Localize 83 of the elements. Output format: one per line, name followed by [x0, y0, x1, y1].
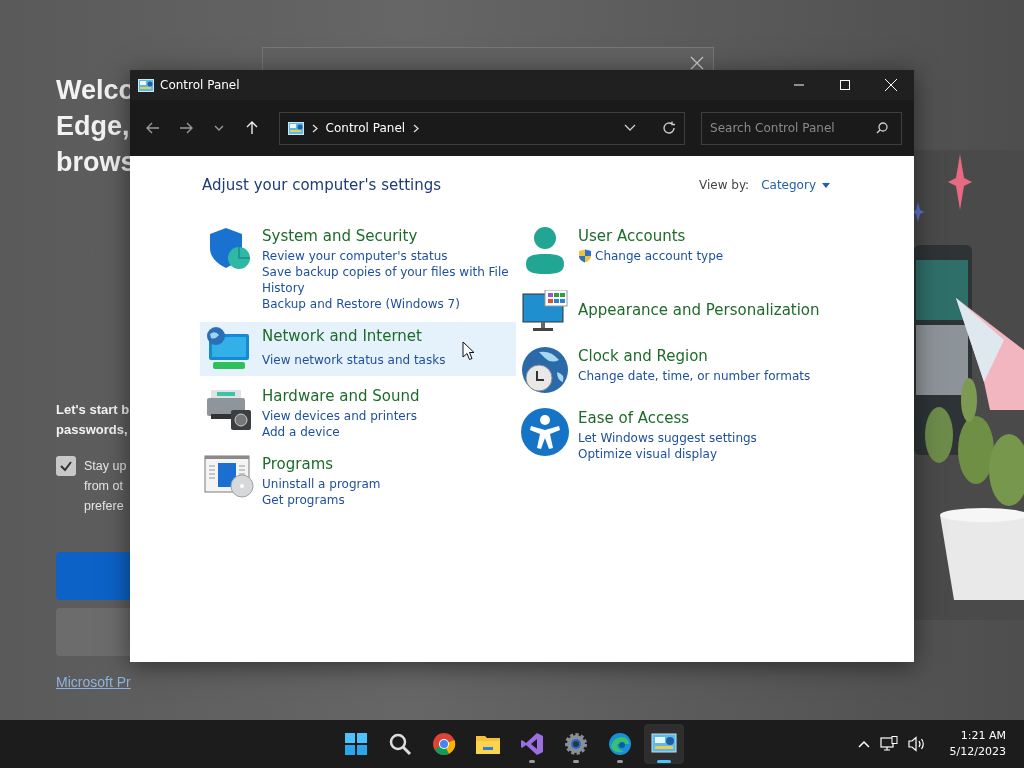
uac-shield-icon: [578, 249, 592, 263]
gear-icon[interactable]: [564, 732, 588, 756]
task-link[interactable]: Optimize visual display: [578, 446, 828, 462]
intro-line: passwords,: [56, 421, 129, 439]
category-title[interactable]: Ease of Access: [578, 408, 828, 428]
network-icon[interactable]: [879, 736, 898, 752]
category-title[interactable]: Clock and Region: [578, 346, 828, 366]
task-link[interactable]: Review your computer's status: [262, 248, 512, 264]
forward-arrow-icon: [178, 122, 193, 134]
running-indicator: [529, 760, 535, 763]
category-title[interactable]: Appearance and Personalization: [578, 300, 828, 320]
category-title[interactable]: Hardware and Sound: [262, 386, 512, 406]
search-icon[interactable]: [388, 732, 412, 756]
category-highlight[interactable]: Network and Internet View network status and tasks: [200, 322, 516, 376]
category-item[interactable]: Programs Uninstall a program Get programs: [200, 450, 516, 512]
globe-clock-icon: [521, 346, 569, 394]
category-title[interactable]: Programs: [262, 454, 512, 474]
program-window-icon: [204, 454, 254, 498]
close-icon[interactable]: [690, 56, 704, 70]
ribbon-logo-icon[interactable]: [520, 732, 544, 756]
clock-date: 5/12/2023: [949, 744, 1006, 760]
option-line: prefere: [84, 498, 125, 515]
option-line: from ot: [84, 478, 124, 495]
chevron-down-icon: [213, 125, 224, 131]
intro-line: Let's start b: [56, 401, 131, 419]
cursor-icon: [462, 341, 475, 361]
category-title[interactable]: System and Security: [262, 226, 512, 246]
back-arrow-icon: [145, 122, 160, 134]
task-link[interactable]: Uninstall a program: [262, 476, 512, 492]
category-item[interactable]: Hardware and Sound View devices and printers Add a device: [200, 382, 516, 444]
task-link[interactable]: Let Windows suggest settings: [578, 430, 828, 446]
view-by-dropdown[interactable]: Category: [761, 178, 830, 192]
accessibility-icon: [521, 408, 569, 456]
four-squares-icon[interactable]: [344, 732, 368, 756]
task-link[interactable]: Add a device: [262, 424, 512, 440]
category-item[interactable]: System and Security Review your computer's status Save backup copies of your files with File History Backup and Restore (Windows 7): [200, 222, 516, 316]
running-indicator: [617, 760, 623, 763]
chevron-icon: [311, 123, 318, 133]
category-item[interactable]: Ease of Access Let Windows suggest settings Optimize visual display: [516, 404, 832, 466]
task-link[interactable]: Get programs: [262, 492, 512, 508]
browser-icon[interactable]: [432, 732, 456, 756]
folder-icon[interactable]: [475, 733, 501, 755]
monitor-tiles-icon: [521, 290, 569, 332]
chevron-up-icon[interactable]: [857, 740, 870, 748]
chevron-icon: [413, 123, 420, 133]
category-item[interactable]: Appearance and Personalization: [516, 286, 832, 336]
task-link[interactable]: Change date, time, or number formats: [578, 368, 828, 384]
running-indicator: [657, 760, 671, 763]
check-icon: [59, 459, 73, 473]
clock[interactable]: 1:21 AM 5/12/2023: [949, 728, 1006, 760]
volume-icon[interactable]: [907, 736, 926, 752]
monitor-chart-icon[interactable]: [651, 733, 677, 755]
control-panel-icon: [287, 121, 304, 135]
view-by-label: View by:: [699, 178, 750, 192]
search-field[interactable]: Search Control Panel: [701, 111, 903, 145]
task-link[interactable]: View devices and printers: [262, 408, 512, 424]
control-panel-icon: [138, 78, 154, 92]
category-item[interactable]: User Accounts Change account type: [516, 222, 832, 280]
category-item[interactable]: Clock and Region Change date, time, or number formats: [516, 342, 832, 398]
search-icon[interactable]: [876, 121, 889, 134]
heading-line: Edge,: [56, 110, 131, 143]
swirl-logo-icon[interactable]: [608, 732, 632, 756]
task-link[interactable]: View network status and tasks: [262, 352, 512, 368]
page-heading: Adjust your computer's settings: [202, 176, 442, 194]
address-bar[interactable]: Control Panel: [278, 111, 686, 145]
dropdown-icon[interactable]: [624, 124, 637, 132]
close-icon: [885, 79, 897, 91]
refresh-icon[interactable]: [662, 121, 677, 135]
maximize-icon: [840, 80, 850, 90]
running-indicator: [573, 760, 579, 763]
taskbar-app[interactable]: [644, 724, 684, 764]
category-title[interactable]: Network and Internet: [262, 326, 512, 346]
checkbox[interactable]: [56, 456, 76, 476]
window-title: Control Panel: [160, 78, 241, 92]
clock-time: 1:21 AM: [960, 728, 1006, 744]
breadcrumb[interactable]: Control Panel: [325, 121, 406, 135]
task-link[interactable]: Change account type: [595, 248, 724, 264]
task-link[interactable]: Save backup copies of your files with File History: [262, 264, 512, 296]
task-link[interactable]: Backup and Restore (Windows 7): [262, 296, 512, 312]
option-line: Stay up: [84, 458, 127, 475]
category-title[interactable]: User Accounts: [578, 226, 828, 246]
up-arrow-icon: [246, 121, 258, 135]
caret-icon: [822, 182, 830, 188]
